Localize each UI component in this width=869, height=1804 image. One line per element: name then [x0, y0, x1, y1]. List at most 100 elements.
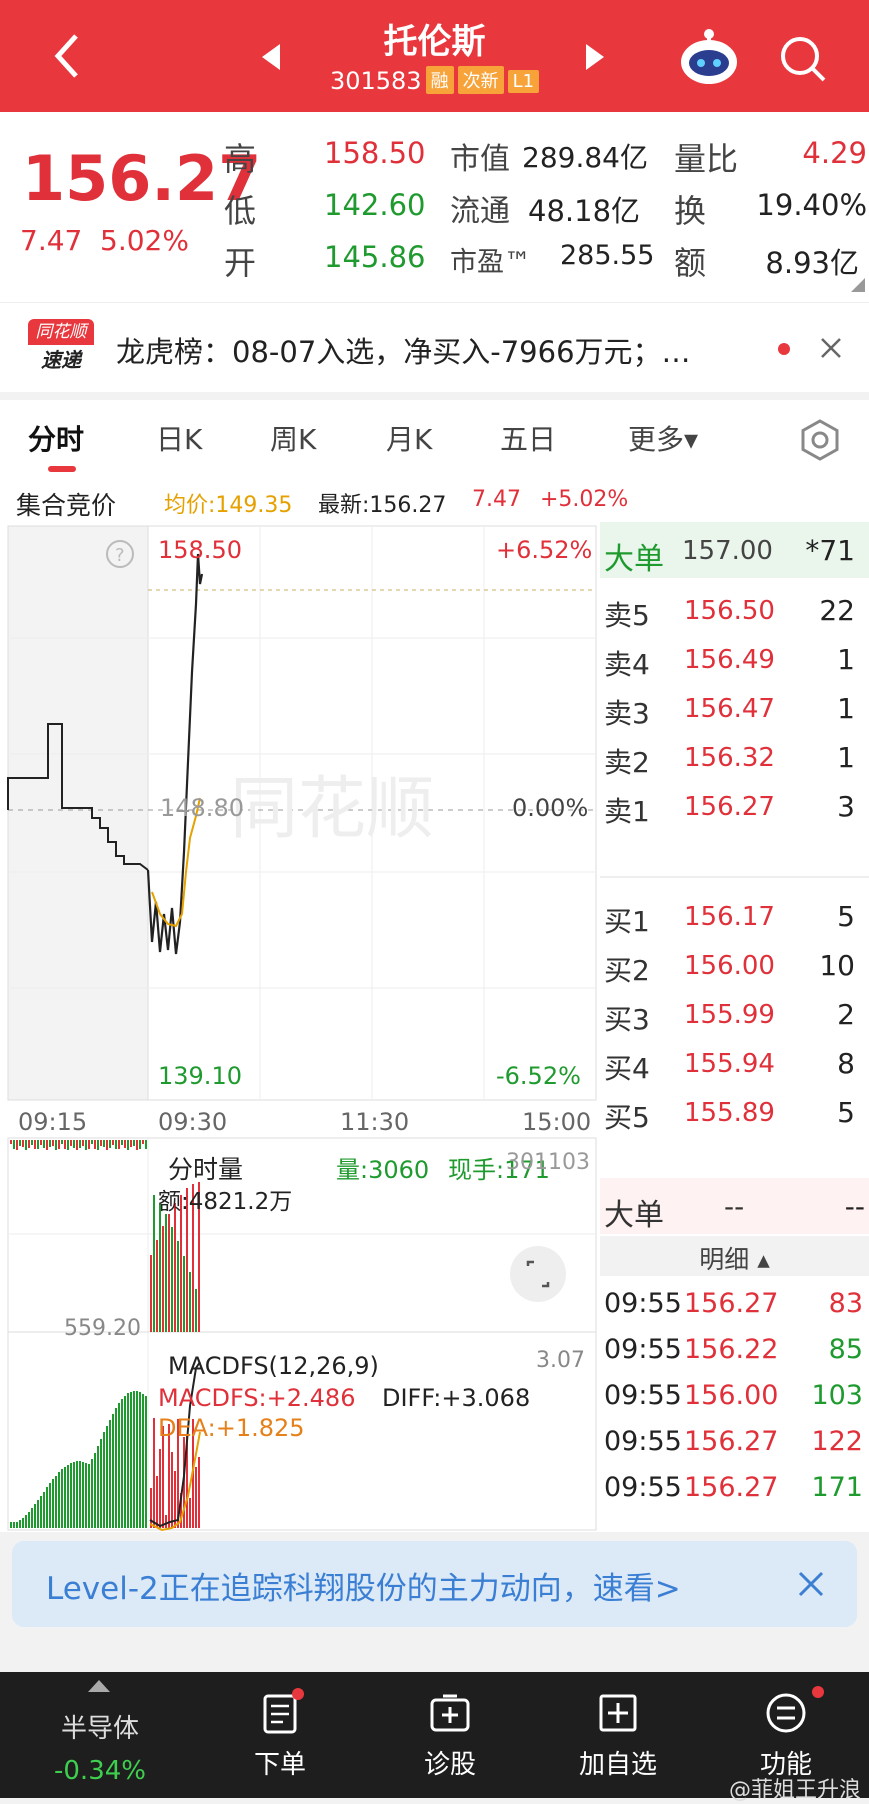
macd-bar: [67, 1465, 69, 1528]
macd-bar: [58, 1472, 60, 1528]
quote-panel: 156.27 7.47 5.02% 高 158.50 低 142.60 开 14…: [0, 112, 869, 302]
high-label: 高: [224, 140, 257, 178]
macd-bar: [100, 1439, 102, 1528]
bid-label: 买3: [604, 1003, 650, 1036]
bid-price: 155.99: [684, 1000, 775, 1030]
detail-header[interactable]: 明细 ▴: [600, 1236, 869, 1276]
fullscreen-button[interactable]: [510, 1246, 566, 1302]
macd-bar: [139, 1392, 141, 1528]
high-value: 158.50: [324, 136, 426, 170]
ask-row[interactable]: 卖3 156.47 1: [600, 680, 869, 736]
nav-order[interactable]: 下单: [200, 1672, 360, 1798]
bid-label: 买4: [604, 1052, 650, 1085]
tab-intraday[interactable]: 分时: [28, 418, 84, 458]
trade-time: 09:55: [604, 1472, 682, 1503]
notification-dot: [812, 1686, 824, 1698]
bid-row[interactable]: 买2 156.00 10: [600, 937, 869, 993]
bid-row[interactable]: 买1 156.17 5: [600, 888, 869, 944]
banner-text[interactable]: Level-2正在追踪科翔股份的主力动向，速看>: [46, 1563, 681, 1608]
robot-assistant-icon[interactable]: [678, 26, 740, 86]
level2-banner[interactable]: Level-2正在追踪科翔股份的主力动向，速看>: [12, 1541, 857, 1627]
volume-title[interactable]: 分时量: [168, 1150, 243, 1186]
trade-qty: 122: [811, 1426, 863, 1457]
settings-icon[interactable]: [798, 418, 842, 462]
close-icon[interactable]: [820, 337, 842, 359]
volume-bar: [70, 1140, 72, 1146]
volume-bar: [37, 1140, 39, 1149]
volume-bar: [150, 1255, 152, 1332]
volume-bar: [156, 1240, 158, 1332]
volume-bar: [43, 1140, 45, 1148]
tab-five-day[interactable]: 五日: [500, 418, 556, 458]
nav-add-watchlist[interactable]: 加自选: [538, 1672, 698, 1798]
macd-bar: [198, 1457, 200, 1528]
macd-bar: [118, 1403, 120, 1528]
bid-row[interactable]: 买3 155.99 2: [600, 986, 869, 1042]
macd-bar: [109, 1420, 111, 1528]
macd-bar: [61, 1469, 63, 1528]
volume-bar: [34, 1140, 36, 1149]
trade-time: 09:55: [604, 1380, 682, 1411]
macd-bar: [97, 1446, 99, 1528]
volume-bar: [121, 1140, 123, 1145]
news-text[interactable]: 龙虎榜：08-07入选，净买入-7966万元；…: [116, 329, 776, 371]
nav-diagnose[interactable]: 诊股: [370, 1672, 530, 1798]
big-order-row-2[interactable]: 大单 -- --: [600, 1178, 869, 1234]
low-label: 低: [224, 192, 257, 230]
volume-bar: [64, 1140, 66, 1149]
volume-bar: [55, 1140, 57, 1150]
volume-bar: [58, 1140, 60, 1149]
sector-indicator[interactable]: 半导体 -0.34%: [0, 1672, 200, 1798]
ask-price: 156.27: [684, 792, 775, 822]
ask-row[interactable]: 卖5 156.50 22: [600, 582, 869, 638]
ask-row[interactable]: 卖2 156.32 1: [600, 729, 869, 785]
search-icon[interactable]: [778, 34, 828, 84]
bid-row[interactable]: 买5 155.89 5: [600, 1084, 869, 1140]
tab-daily-k[interactable]: 日K: [156, 418, 202, 458]
macd-bar: [153, 1418, 155, 1528]
pe-value: 285.55: [560, 240, 655, 271]
chart-mid-pct: 0.00%: [512, 794, 589, 822]
tab-monthly-k[interactable]: 月K: [386, 418, 432, 458]
trade-price: 156.22: [684, 1334, 779, 1365]
news-ticker[interactable]: 同花顺 速递 龙虎榜：08-07入选，净买入-7966万元；…: [0, 302, 869, 392]
active-tab-underline: [48, 466, 76, 472]
market-cap-value: 289.84亿: [522, 141, 648, 174]
volume-bar: [171, 1227, 173, 1332]
trade-qty: 171: [811, 1472, 863, 1503]
macd-bar: [46, 1487, 48, 1528]
macd-bar: [159, 1449, 161, 1528]
macd-bar: [52, 1479, 54, 1528]
detail-title: 明细 ▴: [699, 1245, 770, 1274]
volume-bar: [106, 1140, 108, 1150]
ask-row[interactable]: 卖1 156.27 3: [600, 778, 869, 834]
volume-bar: [162, 1226, 164, 1332]
ask-row[interactable]: 卖4 156.49 1: [600, 631, 869, 687]
macd-bar: [94, 1453, 96, 1528]
volume-bar: [85, 1140, 87, 1150]
nav-add-label: 加自选: [578, 1750, 657, 1780]
big-order-label-2: 大单: [604, 1198, 664, 1233]
chart-low-label: 139.10: [158, 1062, 242, 1090]
tab-more[interactable]: 更多▾: [628, 418, 698, 458]
big-order-row[interactable]: 大单 157.00 *71: [600, 522, 869, 578]
macd-title[interactable]: MACDFS(12,26,9): [168, 1352, 379, 1380]
macd-bar: [16, 1522, 18, 1528]
macd-value: MACDFS:+2.486: [158, 1384, 356, 1412]
next-stock-icon[interactable]: [584, 44, 604, 70]
macd-bar: [37, 1500, 39, 1528]
ask-qty: 1: [837, 692, 855, 725]
macd-bar: [82, 1462, 84, 1528]
tab-weekly-k[interactable]: 周K: [270, 418, 316, 458]
macd-bar: [43, 1492, 45, 1528]
volume-bar: [52, 1140, 54, 1146]
bid-row[interactable]: 买4 155.94 8: [600, 1035, 869, 1091]
macd-bar: [130, 1392, 132, 1528]
intraday-chart-area[interactable]: 同花顺 ? 158.50 +6.52% 148.80 0.00% 139.10 …: [0, 522, 600, 1532]
price-change: 7.47: [20, 224, 83, 257]
volume-value: 量:3060: [336, 1156, 430, 1184]
close-icon[interactable]: [798, 1571, 824, 1597]
macd-bar: [165, 1515, 167, 1528]
amount-label: 额: [674, 244, 707, 282]
expand-corner-icon[interactable]: [851, 278, 865, 292]
